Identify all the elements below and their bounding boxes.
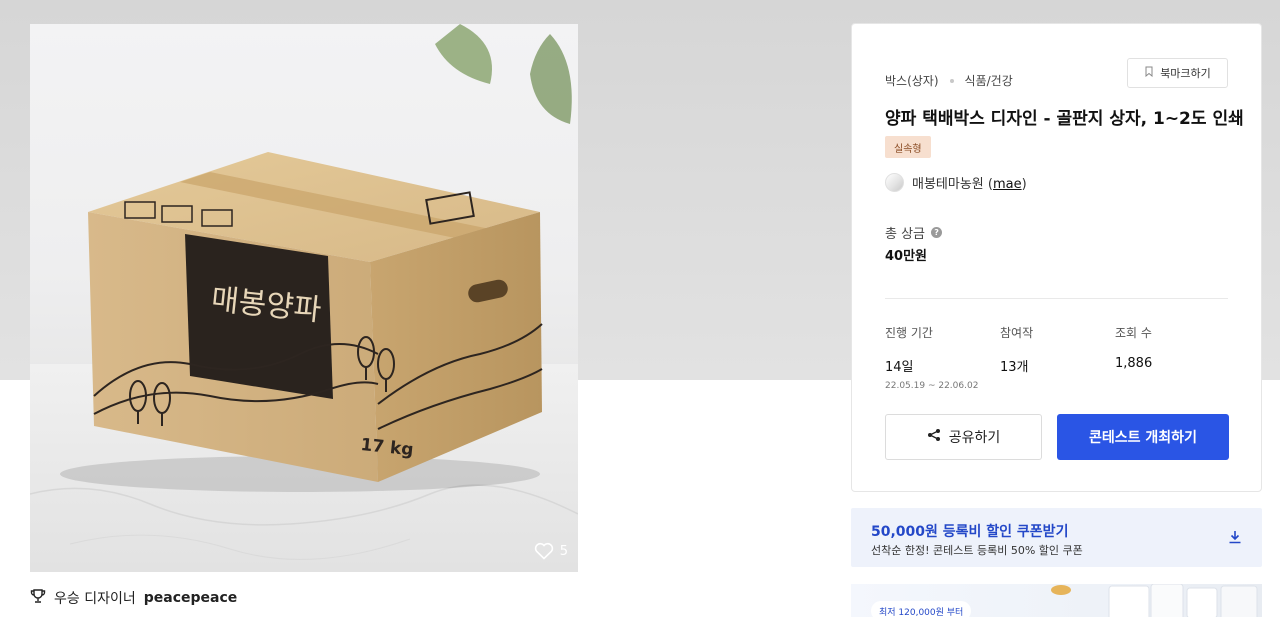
coupon-subtitle: 선착순 한정! 콘테스트 등록비 50% 할인 쿠폰 bbox=[871, 544, 1083, 557]
share-icon bbox=[927, 428, 941, 446]
contest-title: 양파 택배박스 디자인 - 골판지 상자, 1~2도 인쇄 bbox=[885, 109, 1244, 129]
share-button[interactable]: 공유하기 bbox=[885, 414, 1042, 460]
trophy-icon bbox=[30, 588, 46, 608]
bookmark-label: 북마크하기 bbox=[1160, 67, 1211, 80]
host-contest-button[interactable]: 콘테스트 개최하기 bbox=[1057, 414, 1229, 460]
client-id-close-paren: ) bbox=[1021, 177, 1027, 192]
like-counter[interactable]: 5 bbox=[534, 542, 568, 560]
contest-tier-badge: 실속형 bbox=[885, 136, 931, 158]
promo-illustration bbox=[1051, 584, 1258, 617]
coupon-title: 50,000원 등록비 할인 쿠폰받기 bbox=[871, 524, 1069, 540]
contest-main-image[interactable]: 매봉양파 17 kg 5 bbox=[30, 24, 578, 572]
winning-designer: 우승 디자이너 peacepeace bbox=[30, 588, 237, 608]
stat-views-label: 조회 수 bbox=[1115, 326, 1152, 340]
stat-period-dates: 22.05.19 ~ 22.06.02 bbox=[885, 381, 979, 391]
coupon-banner[interactable]: 50,000원 등록비 할인 쿠폰받기 선착순 한정! 콘테스트 등록비 50%… bbox=[851, 508, 1262, 567]
promo-banner[interactable]: 최저 120,000원 부터 bbox=[851, 584, 1262, 617]
bookmark-button[interactable]: 북마크하기 bbox=[1127, 58, 1228, 88]
stat-period-label: 진행 기간 bbox=[885, 326, 933, 340]
client-name: 매봉테마농원 bbox=[912, 177, 984, 192]
download-icon[interactable] bbox=[1228, 529, 1242, 548]
stat-participants-label: 참여작 bbox=[1000, 326, 1034, 340]
winner-name[interactable]: peacepeace bbox=[144, 590, 238, 606]
breadcrumb-separator bbox=[949, 78, 954, 83]
winner-label: 우승 디자이너 bbox=[54, 591, 136, 607]
prize-value: 40만원 bbox=[885, 249, 928, 264]
stat-period: 진행 기간 14일 22.05.19 ~ 22.06.02 bbox=[885, 324, 978, 391]
client-id[interactable]: mae bbox=[993, 177, 1022, 192]
stat-participants: 참여작 13개 bbox=[1000, 324, 1033, 375]
prize-label: 총 상금 ? bbox=[885, 223, 943, 242]
stat-participants-value: 13개 bbox=[1000, 360, 1029, 375]
breadcrumb-category[interactable]: 박스(상자) bbox=[885, 72, 939, 89]
bookmark-icon bbox=[1144, 66, 1154, 80]
like-count: 5 bbox=[559, 543, 568, 559]
breadcrumb-subcategory[interactable]: 식품/건강 bbox=[965, 72, 1013, 89]
contest-info-card: 박스(상자) 식품/건강 북마크하기 양파 택배박스 디자인 - 골판지 상자,… bbox=[851, 23, 1262, 492]
stat-views-value: 1,886 bbox=[1115, 356, 1153, 371]
share-label: 공유하기 bbox=[948, 430, 1001, 446]
breadcrumb: 박스(상자) 식품/건강 bbox=[885, 72, 1013, 89]
client-avatar bbox=[885, 173, 904, 192]
divider bbox=[885, 298, 1228, 299]
prize-label-text: 총 상금 bbox=[885, 227, 926, 242]
heart-icon bbox=[534, 542, 554, 560]
client-info[interactable]: 매봉테마농원 (mae) bbox=[885, 173, 1027, 192]
product-box-illustration: 매봉양파 17 kg bbox=[30, 24, 578, 572]
stat-period-value: 14일 bbox=[885, 360, 914, 375]
stat-views: 조회 수 1,886 bbox=[1115, 324, 1152, 371]
help-icon[interactable]: ? bbox=[931, 227, 943, 238]
